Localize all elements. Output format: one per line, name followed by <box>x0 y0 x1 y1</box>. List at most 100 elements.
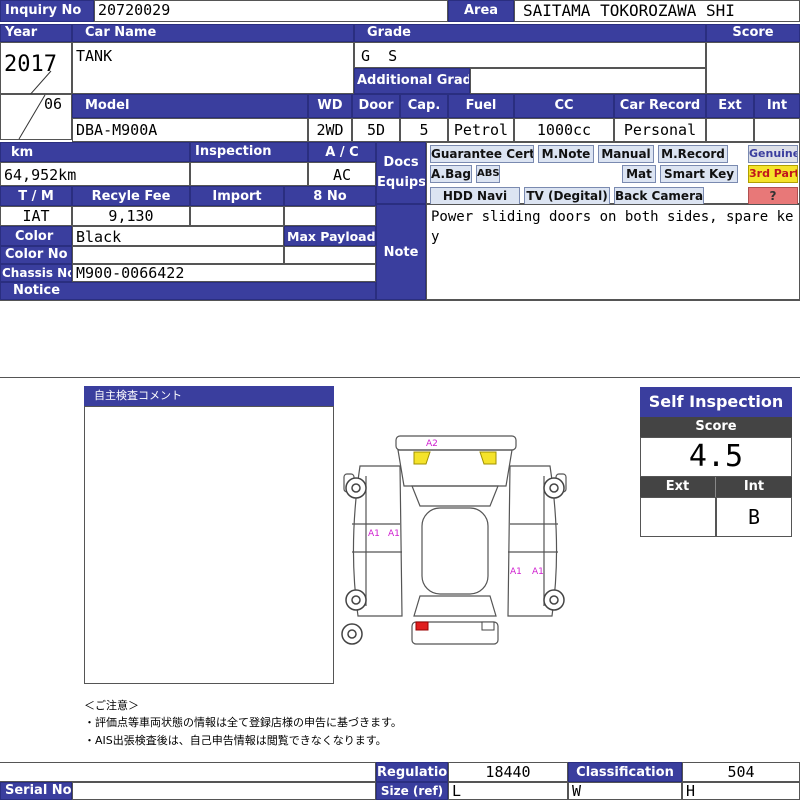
recycle-label: Recyle Fee <box>72 186 190 206</box>
classification-value: 504 <box>682 762 800 782</box>
year-value: 2017 <box>4 52 57 77</box>
regulation-value: 18440 <box>448 762 568 782</box>
recycle-value: 9,130 <box>72 206 190 226</box>
import-label: Import <box>190 186 284 206</box>
car-damage-diagram: A2 A1 A1 A1 A1 <box>341 435 567 645</box>
chassis-label: Chassis No <box>0 264 72 282</box>
addgrade-value <box>470 68 706 94</box>
maxpayload-value <box>284 246 376 264</box>
tm-label: T / M <box>0 186 72 206</box>
ext-value <box>706 118 754 142</box>
regulation-label: Regulation <box>376 762 448 782</box>
note-text: Power sliding doors on both sides, spare… <box>426 204 800 300</box>
note-label: Note <box>376 204 426 300</box>
area-label: Area <box>448 0 514 22</box>
area-value: SAITAMA TOKOROZAWA SHI <box>514 0 800 22</box>
tag-guarantee-cert: Guarantee Cert <box>430 145 534 163</box>
carname-label: Car Name <box>72 24 354 42</box>
inquiry-label: Inquiry No <box>0 0 94 22</box>
self-score-label: Score <box>640 417 792 437</box>
month-value: 06 <box>44 95 63 113</box>
tag-genuine: Genuine <box>748 145 798 163</box>
notes-jp-heading: ＜ご注意＞ <box>84 699 139 712</box>
damage-mark-a1-right-1: A1 <box>510 567 522 577</box>
no8-value <box>284 206 376 226</box>
chassis-value: M900-0066422 <box>72 264 376 282</box>
km-label: km <box>0 142 190 162</box>
notice-area <box>0 300 800 378</box>
cap-value: 5 <box>400 118 448 142</box>
import-value <box>190 206 284 226</box>
size-label: Size (ref) <box>376 782 448 800</box>
tag-mat: Mat <box>622 165 656 183</box>
model-value: DBA-M900A <box>72 118 308 142</box>
damage-mark-a1-left-1: A1 <box>368 529 380 539</box>
notes-jp-line2: ・AIS出張検査後は、自己申告情報は閲覧できなくなります。 <box>84 734 387 747</box>
size-l: L <box>448 782 568 800</box>
fuel-label: Fuel <box>448 94 514 118</box>
damage-mark-a2: A2 <box>426 439 438 449</box>
inspection-comment-title: 自主検査コメント <box>84 386 334 406</box>
color-label: Color <box>0 226 72 246</box>
serial-value <box>72 782 376 800</box>
cc-label: CC <box>514 94 614 118</box>
inquiry-value: 20720029 <box>94 0 448 22</box>
tag-manual: Manual <box>598 145 654 163</box>
model-label: Model <box>72 94 308 118</box>
tag-smart-key: Smart Key <box>660 165 738 183</box>
addgrade-label: Additional Grade <box>354 68 470 94</box>
ac-label: A / C <box>308 142 376 162</box>
carname-value: TANK <box>72 42 354 94</box>
tag-back-camera: Back Camera <box>614 187 704 205</box>
year-label: Year <box>0 24 72 42</box>
notes-jp-line1: ・評価点等車両状態の情報は全て登録店様の申告に基づきます。 <box>84 716 402 729</box>
inspection-value <box>190 162 308 186</box>
km-value: 64,952km <box>0 162 190 186</box>
score-value <box>706 42 800 94</box>
tag-hdd-navi: HDD Navi <box>430 187 520 205</box>
docs-label: Docs Equips <box>376 142 426 204</box>
footer-blank <box>0 762 376 782</box>
fuel-value: Petrol <box>448 118 514 142</box>
self-int-value: B <box>716 497 792 537</box>
serial-label: Serial No <box>0 782 72 800</box>
colorno-label: Color No <box>0 246 72 264</box>
tag-tv-degital: TV (Degital) <box>524 187 610 205</box>
self-ext-label: Ext <box>640 477 716 497</box>
record-label: Car Record <box>614 94 706 118</box>
docs-label-line2: Equips <box>377 175 426 190</box>
notice-label: Notice <box>0 282 376 300</box>
cap-label: Cap. <box>400 94 448 118</box>
tag-3rd-party: 3rd Party <box>748 165 798 183</box>
door-label: Door <box>352 94 400 118</box>
score-label: Score <box>706 24 800 42</box>
damage-mark-a1-right-2: A1 <box>532 567 544 577</box>
tag-mrecord: M.Record <box>658 145 728 163</box>
grade-value: G S <box>354 42 706 68</box>
tag-mnote: M.Note <box>538 145 594 163</box>
color-value: Black <box>72 226 284 246</box>
grade-label: Grade <box>354 24 706 42</box>
inspection-label: Inspection <box>190 142 308 162</box>
door-value: 5D <box>352 118 400 142</box>
self-ext-value <box>640 497 716 537</box>
size-w: W <box>568 782 682 800</box>
inspection-comment-box <box>84 406 334 684</box>
docs-label-line1: Docs <box>383 155 419 170</box>
ext-label: Ext <box>706 94 754 118</box>
month-diagonal <box>18 95 46 140</box>
maxpayload-label: Max Payload <box>284 226 376 246</box>
colorno-value <box>72 246 284 264</box>
self-inspection-title: Self Inspection <box>640 387 792 417</box>
self-score-value: 4.5 <box>640 437 792 477</box>
self-int-label: Int <box>716 477 792 497</box>
tag-abs: ABS <box>476 165 500 183</box>
ac-value: AC <box>308 162 376 186</box>
int-label: Int <box>754 94 800 118</box>
cc-value: 1000cc <box>514 118 614 142</box>
tm-value: IAT <box>0 206 72 226</box>
record-value: Personal <box>614 118 706 142</box>
wd-value: 2WD <box>308 118 352 142</box>
int-value <box>754 118 800 142</box>
tag-abag: A.Bag <box>430 165 472 183</box>
